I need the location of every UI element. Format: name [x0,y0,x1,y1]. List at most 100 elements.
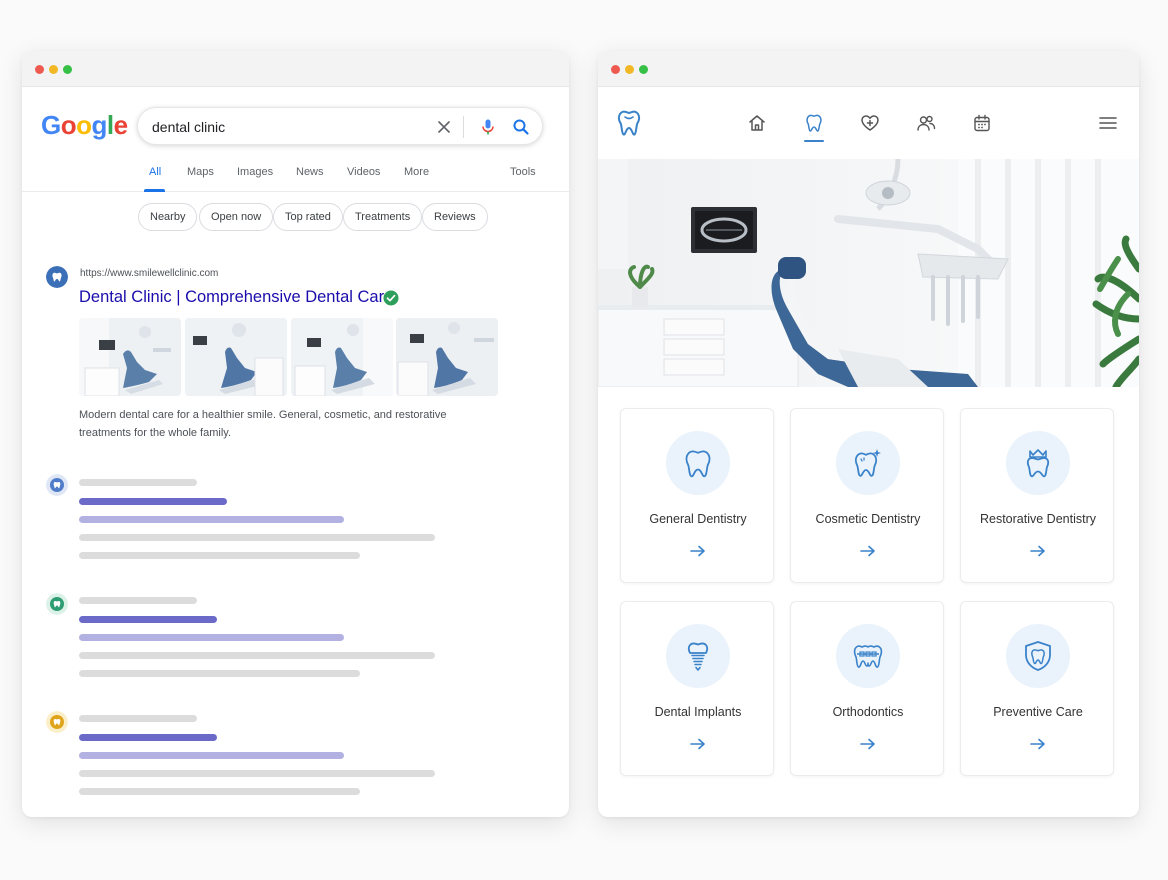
tab-more[interactable]: More [404,166,429,178]
search-input[interactable]: dental clinic [137,107,543,145]
logo-letter: l [106,110,114,140]
arrow-right-icon[interactable] [1028,544,1048,558]
placeholder-favicon-tooth-icon [46,474,68,496]
service-label: Restorative Dentistry [979,512,1096,526]
chip-reviews[interactable]: Reviews [422,203,488,231]
chip-nearby[interactable]: Nearby [138,203,198,231]
result-snippet: Modern dental care for a healthier smile… [79,406,479,442]
active-tab-indicator [144,189,165,192]
search-tabs: All Maps Images News Videos More Tools [22,162,569,192]
calendar-icon[interactable] [972,113,992,133]
clinic-browser-window: General Dentistry Cosmetic Dentistry Res… [598,51,1139,817]
arrow-right-icon[interactable] [858,737,878,751]
home-icon[interactable] [747,113,767,133]
placeholder-subtitle-line [79,634,344,641]
tools-button[interactable]: Tools [510,166,536,178]
sparkle-tooth-icon [854,449,881,477]
chip-treatments[interactable]: Treatments [343,203,423,231]
crown-tooth-icon [1026,449,1050,478]
minimize-window-button[interactable] [49,65,58,74]
site-navbar [598,87,1139,159]
service-label: Cosmetic Dentistry [815,512,921,526]
result-thumbnail[interactable] [185,318,287,396]
service-icon-circle [1006,624,1070,688]
placeholder-text-line [79,770,435,777]
close-window-button[interactable] [611,65,620,74]
implant-icon [687,642,709,671]
logo-letter: e [113,110,128,140]
heart-plus-icon[interactable] [860,113,880,133]
placeholder-subtitle-line [79,516,344,523]
service-card-cosmetic-dentistry[interactable]: Cosmetic Dentistry [790,408,944,583]
service-card-restorative-dentistry[interactable]: Restorative Dentistry [960,408,1114,583]
microphone-icon[interactable] [478,117,498,137]
tooth-icon [685,450,711,478]
placeholder-text-line [79,534,435,541]
service-icon-circle [666,431,730,495]
window-titlebar [598,51,1139,87]
verified-check-icon [383,290,399,306]
placeholder-text-line [79,652,435,659]
site-favicon-tooth-icon[interactable] [46,266,68,288]
arrow-right-icon[interactable] [688,737,708,751]
service-icon-circle [666,624,730,688]
window-titlebar [22,51,569,87]
clinic-logo-tooth-icon[interactable] [617,109,641,137]
logo-letter: G [41,110,61,140]
shield-tooth-icon [1025,641,1051,671]
result-thumbnail[interactable] [79,318,181,396]
braces-icon [853,645,883,668]
arrow-right-icon[interactable] [1028,737,1048,751]
chip-top-rated[interactable]: Top rated [273,203,343,231]
tab-images[interactable]: Images [237,166,273,178]
active-nav-indicator [804,140,824,142]
result-thumbnail[interactable] [291,318,393,396]
snippet-line: Modern dental care for a healthier smile… [79,409,447,421]
tooth-nav-icon[interactable] [804,113,824,133]
snippet-line: treatments for the whole family. [79,427,232,439]
placeholder-url-line [79,597,197,604]
service-card-preventive-care[interactable]: Preventive Care [960,601,1114,776]
maximize-window-button[interactable] [639,65,648,74]
tab-all[interactable]: All [149,166,161,178]
placeholder-favicon-tooth-icon [46,593,68,615]
maximize-window-button[interactable] [63,65,72,74]
placeholder-url-line [79,479,197,486]
placeholder-subtitle-line [79,752,344,759]
arrow-right-icon[interactable] [858,544,878,558]
chip-open-now[interactable]: Open now [199,203,274,231]
tab-maps[interactable]: Maps [187,166,214,178]
service-card-dental-implants[interactable]: Dental Implants [620,601,774,776]
search-query-text[interactable]: dental clinic [152,119,225,135]
arrow-right-icon[interactable] [688,544,708,558]
close-window-button[interactable] [35,65,44,74]
logo-letter: o [76,110,92,140]
clear-icon[interactable] [434,117,454,137]
logo-letter: o [60,110,77,140]
service-label: Dental Implants [654,705,742,719]
service-label: General Dentistry [649,512,747,526]
service-label: Orthodontics [832,705,904,719]
minimize-window-button[interactable] [625,65,634,74]
placeholder-favicon-tooth-icon [46,711,68,733]
service-icon-circle [1006,431,1070,495]
search-browser-window: Google dental clinic All Maps Images New… [22,51,569,817]
search-icon[interactable] [511,117,531,137]
service-card-general-dentistry[interactable]: General Dentistry [620,408,774,583]
service-icon-circle [836,624,900,688]
hamburger-menu-icon[interactable] [1098,113,1118,133]
hero-image-dental-office [598,159,1139,387]
placeholder-text-line [79,552,360,559]
google-logo[interactable]: Google [41,110,128,141]
logo-letter: g [91,110,108,140]
placeholder-title-line [79,734,217,741]
placeholder-title-line [79,616,217,623]
tab-news[interactable]: News [296,166,324,178]
service-card-orthodontics[interactable]: Orthodontics [790,601,944,776]
placeholder-text-line [79,788,360,795]
result-url[interactable]: https://www.smilewellclinic.com [80,268,218,279]
result-title-link[interactable]: Dental Clinic | Comprehensive Dental Car… [79,288,393,307]
tab-videos[interactable]: Videos [347,166,380,178]
team-icon[interactable] [916,113,936,133]
result-thumbnail[interactable] [396,318,498,396]
